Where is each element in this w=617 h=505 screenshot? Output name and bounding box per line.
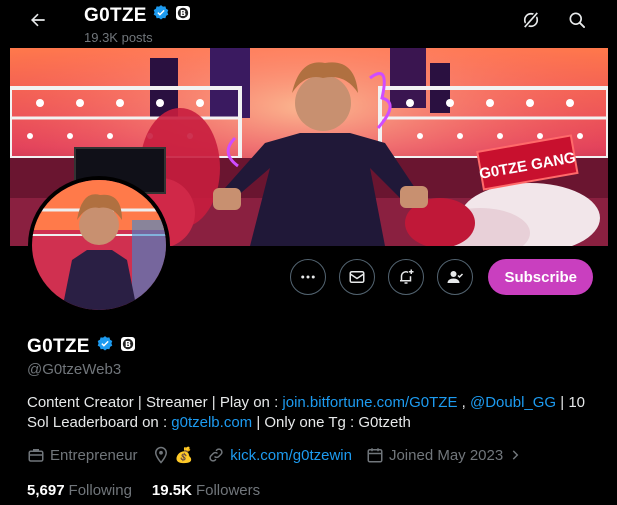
verified-badge-icon[interactable] bbox=[96, 335, 114, 358]
window-frame-left bbox=[0, 0, 10, 505]
calendar-icon bbox=[367, 448, 383, 463]
website-link[interactable]: kick.com/g0tzewin bbox=[230, 447, 352, 464]
grok-icon[interactable] bbox=[520, 9, 542, 31]
profile-name-row: G0TZE B bbox=[27, 335, 136, 358]
following-stat[interactable]: 5,697 Following bbox=[27, 482, 132, 499]
back-arrow-icon[interactable] bbox=[26, 8, 50, 32]
following-count: 5,697 bbox=[27, 482, 65, 499]
window-frame-right bbox=[608, 0, 617, 505]
profile-handle: @G0tzeWeb3 bbox=[27, 361, 122, 378]
mail-icon bbox=[349, 271, 365, 283]
header-actions bbox=[520, 9, 588, 31]
following-label: Following bbox=[68, 482, 132, 499]
chevron-right-icon bbox=[512, 450, 519, 460]
profile-name: G0TZE bbox=[27, 335, 90, 357]
link-icon bbox=[209, 448, 223, 462]
location-pin-icon bbox=[154, 446, 167, 464]
bio-link-bitfortune[interactable]: join.bitfortune.com/G0TZE bbox=[282, 394, 457, 411]
verified-badge-icon bbox=[152, 4, 170, 27]
profile-action-buttons: Subscribe bbox=[290, 259, 593, 295]
followers-count: 19.5K bbox=[151, 482, 192, 499]
bio-text: Content Creator | Streamer | Play on : bbox=[27, 394, 283, 411]
profile-avatar[interactable] bbox=[28, 176, 170, 314]
profile-bio: Content Creator | Streamer | Play on : j… bbox=[27, 393, 587, 433]
svg-text:B: B bbox=[125, 340, 131, 349]
notifications-button[interactable] bbox=[388, 259, 425, 295]
joined-date: Joined May 2023 bbox=[388, 446, 504, 464]
more-icon bbox=[301, 275, 316, 279]
website-item: kick.com/g0tzewin bbox=[207, 446, 352, 464]
followers-stat[interactable]: 19.5K Followers bbox=[152, 482, 260, 499]
header-post-count: 19.3K posts bbox=[84, 30, 153, 45]
bell-plus-icon bbox=[400, 269, 414, 284]
bio-link-leaderboard[interactable]: g0tzelb.com bbox=[171, 414, 252, 431]
category-item: Entrepreneur bbox=[27, 446, 138, 464]
following-button[interactable] bbox=[437, 259, 474, 295]
follow-stats: 5,697 Following 19.5K Followers bbox=[27, 482, 260, 499]
followers-label: Followers bbox=[195, 482, 261, 499]
location-item: 💰 bbox=[152, 446, 194, 464]
header-name: G0TZE bbox=[84, 4, 147, 26]
bio-text: , bbox=[457, 394, 470, 411]
avatar bbox=[32, 180, 166, 310]
category-label: Entrepreneur bbox=[50, 446, 138, 464]
briefcase-icon bbox=[28, 449, 44, 462]
affiliate-badge-icon[interactable]: B bbox=[120, 336, 136, 357]
bio-text: | Only one Tg : G0tzeth bbox=[252, 414, 411, 431]
joined-item[interactable]: Joined May 2023 bbox=[366, 446, 522, 464]
message-button[interactable] bbox=[339, 259, 376, 295]
svg-text:B: B bbox=[180, 9, 186, 18]
more-options-button[interactable] bbox=[290, 259, 327, 295]
affiliate-badge-icon[interactable]: B bbox=[175, 5, 191, 26]
profile-meta: Entrepreneur 💰 kick.com/g0tzewin Joined … bbox=[27, 446, 536, 464]
bio-mention-doubl-gg[interactable]: @Doubl_GG bbox=[470, 394, 556, 411]
header-name-row: G0TZE B bbox=[84, 4, 191, 27]
location-emoji: 💰 bbox=[174, 447, 194, 464]
profile-header-bar: G0TZE B 19.3K posts bbox=[10, 0, 608, 48]
subscribe-button[interactable]: Subscribe bbox=[488, 259, 593, 295]
search-icon[interactable] bbox=[566, 9, 588, 31]
user-check-icon bbox=[447, 271, 464, 283]
